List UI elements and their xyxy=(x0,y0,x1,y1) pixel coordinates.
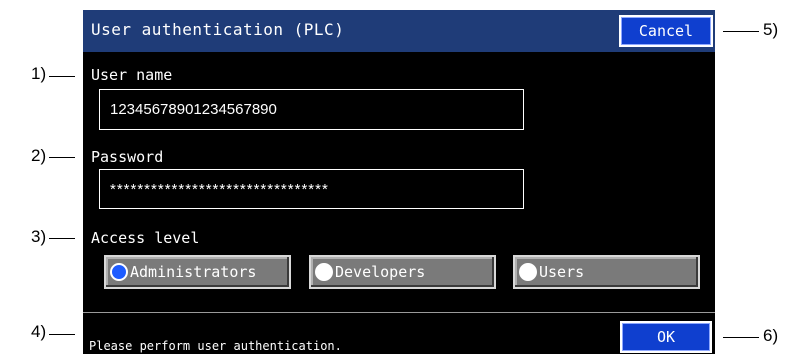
ok-button-label: OK xyxy=(656,328,676,346)
password-value: ******************************** xyxy=(110,180,329,198)
radio-unselected-icon xyxy=(519,263,537,281)
leader-line-1 xyxy=(49,76,75,77)
dialog-title: User authentication (PLC) xyxy=(91,20,345,39)
leader-line-4 xyxy=(49,334,75,335)
cancel-button[interactable]: Cancel xyxy=(619,15,713,47)
leader-line-3 xyxy=(49,238,75,239)
leader-line-5 xyxy=(723,31,759,32)
callout-4: 4) xyxy=(31,322,47,341)
user-name-label: User name xyxy=(91,66,173,84)
status-divider xyxy=(83,312,715,313)
radio-developers[interactable]: Developers xyxy=(309,255,496,289)
callout-6: 6) xyxy=(763,326,779,345)
callout-1: 1) xyxy=(31,64,47,83)
password-field[interactable]: ******************************** xyxy=(99,169,524,209)
user-authentication-dialog: User authentication (PLC) Cancel User na… xyxy=(83,10,715,354)
password-label: Password xyxy=(91,148,164,166)
radio-selected-icon xyxy=(110,263,128,281)
radio-users-label: Users xyxy=(539,263,585,281)
status-message: Please perform user authentication. xyxy=(89,339,342,353)
radio-users[interactable]: Users xyxy=(513,255,700,289)
radio-administrators[interactable]: Administrators xyxy=(104,255,291,289)
cancel-button-label: Cancel xyxy=(638,22,694,40)
callout-5: 5) xyxy=(763,20,779,39)
user-name-value: 12345678901234567890 xyxy=(110,101,277,118)
radio-administrators-label: Administrators xyxy=(130,263,257,281)
leader-line-2 xyxy=(49,157,75,158)
callout-2: 2) xyxy=(31,146,47,165)
ok-button[interactable]: OK xyxy=(620,321,712,353)
user-name-field[interactable]: 12345678901234567890 xyxy=(99,89,524,130)
radio-developers-label: Developers xyxy=(335,263,426,281)
access-level-label: Access level xyxy=(91,229,200,247)
callout-3: 3) xyxy=(31,227,47,246)
leader-line-6 xyxy=(723,337,759,338)
radio-unselected-icon xyxy=(315,263,333,281)
